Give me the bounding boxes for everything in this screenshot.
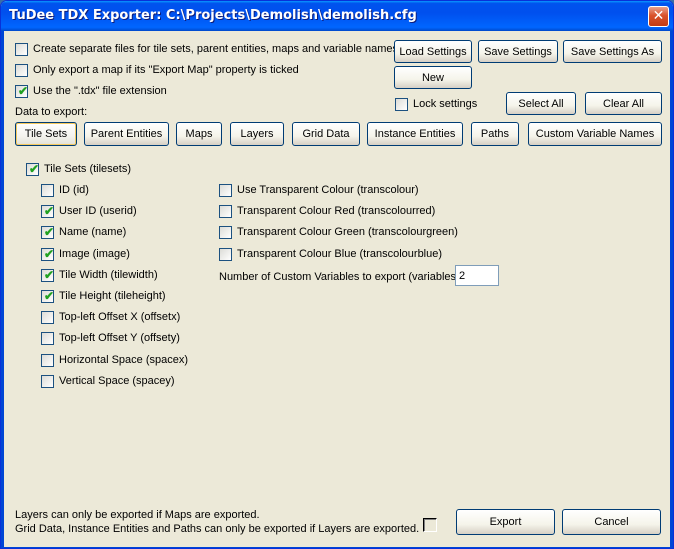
tileset-field-6-checkbox[interactable]: [41, 311, 54, 325]
custom-vars-input[interactable]: [455, 265, 499, 286]
check-icon: ✔: [44, 246, 55, 261]
status-indicator-box[interactable]: [423, 518, 437, 532]
tileset-transparency-field-3-checkbox[interactable]: [219, 247, 232, 261]
option-only-export-map-checkbox[interactable]: [15, 64, 28, 77]
tab-label: Instance Entities: [374, 128, 456, 140]
tab-grid-data[interactable]: Grid Data: [292, 122, 360, 146]
tileset-field-5-label: Tile Height (tileheight): [59, 290, 166, 302]
tileset-field-0-checkbox[interactable]: [41, 184, 54, 197]
new-button[interactable]: New: [394, 66, 472, 89]
tab-label: Paths: [480, 128, 510, 140]
tab-label: Custom Variable Names: [535, 128, 655, 140]
close-icon[interactable]: ✕: [648, 6, 669, 27]
tileset-field-9-checkbox[interactable]: [41, 374, 54, 388]
tab-tile-sets[interactable]: Tile Sets: [15, 122, 77, 146]
exporter-window: TuDee TDX Exporter: C:\Projects\Demolish…: [0, 0, 674, 549]
tileset-field-1-label: User ID (userid): [59, 205, 137, 218]
load-settings-button[interactable]: Load Settings: [394, 40, 472, 63]
clear-all-label: Clear All: [603, 97, 644, 110]
tileset-field-0-label: ID (id): [59, 184, 89, 196]
option-tdx-extension-label: Use the ".tdx" file extension: [33, 85, 167, 97]
tileset-field-8-checkbox[interactable]: [41, 353, 54, 367]
cancel-button[interactable]: Cancel: [562, 509, 661, 535]
cancel-label: Cancel: [594, 516, 629, 528]
tileset-field-3-label: Image (image): [59, 247, 130, 260]
title-bar[interactable]: TuDee TDX Exporter: C:\Projects\Demolish…: [1, 1, 673, 31]
save-settings-label: Save Settings: [484, 45, 552, 58]
lock-settings-checkbox[interactable]: [395, 98, 408, 111]
tileset-field-6-label: Top-left Offset X (offsetx): [59, 311, 181, 324]
save-settings-button[interactable]: Save Settings: [478, 40, 558, 63]
frame-left: [1, 31, 4, 548]
check-icon: ✔: [44, 204, 55, 219]
tab-label: Maps: [185, 128, 213, 140]
save-settings-as-button[interactable]: Save Settings As: [563, 40, 662, 63]
save-settings-as-label: Save Settings As: [570, 45, 655, 58]
note-grid-data: Grid Data, Instance Entities and Paths c…: [15, 523, 420, 535]
lock-settings-label: Lock settings: [413, 98, 478, 110]
select-all-button[interactable]: Select All: [506, 92, 576, 115]
tileset-field-7-checkbox[interactable]: [41, 332, 54, 346]
check-icon: ✔: [44, 225, 55, 240]
option-tdx-extension-checkbox[interactable]: ✔: [15, 84, 29, 98]
tileset-field-2-label: Name (name): [59, 226, 127, 239]
tileset-field-9-label: Vertical Space (spacey): [59, 374, 175, 387]
tileset-field-8-label: Horizontal Space (spacex): [59, 353, 189, 366]
tileset-transparency-field-2-label: Transparent Colour Green (transcolourgre…: [237, 226, 458, 239]
tab-paths[interactable]: Paths: [471, 122, 519, 146]
tileset-field-2-checkbox[interactable]: ✔: [41, 225, 55, 240]
select-all-label: Select All: [518, 97, 564, 110]
clear-all-button[interactable]: Clear All: [585, 92, 662, 115]
tab-maps[interactable]: Maps: [176, 122, 222, 146]
tab-parent-entities[interactable]: Parent Entities: [84, 122, 169, 146]
data-to-export-label: Data to export:: [15, 106, 88, 118]
tab-instance-entities[interactable]: Instance Entities: [367, 122, 463, 146]
tab-label: Layers: [240, 128, 274, 140]
tileset-field-3-checkbox[interactable]: ✔: [41, 246, 55, 261]
tab-label: Tile Sets: [24, 128, 68, 140]
tab-label: Grid Data: [302, 128, 350, 140]
tileset-field-7-label: Top-left Offset Y (offsety): [59, 332, 180, 345]
tab-layers[interactable]: Layers: [230, 122, 284, 146]
tileset-transparency-field-0-label: Use Transparent Colour (transcolour): [237, 184, 419, 196]
tileset-field-4-label: Tile Width (tilewidth): [59, 268, 158, 281]
tileset-field-1-checkbox[interactable]: ✔: [41, 204, 55, 219]
tileset-transparency-field-0-checkbox[interactable]: [219, 184, 232, 197]
note-layers: Layers can only be exported if Maps are …: [15, 509, 260, 521]
custom-vars-label: Number of Custom Variables to export (va…: [219, 271, 460, 283]
tileset-field-4-checkbox[interactable]: ✔: [41, 267, 55, 282]
option-separate-files-label: Create separate files for tile sets, par…: [33, 43, 399, 55]
check-icon: ✔: [29, 162, 40, 176]
export-button[interactable]: Export: [456, 509, 555, 535]
check-icon: ✔: [44, 267, 55, 282]
tab-label: Parent Entities: [90, 128, 163, 140]
frame-right: [670, 31, 673, 548]
export-label: Export: [489, 516, 522, 528]
option-separate-files-checkbox[interactable]: [15, 43, 28, 56]
load-settings-label: Load Settings: [399, 45, 467, 58]
tileset-transparency-field-1-label: Transparent Colour Red (transcolourred): [237, 205, 436, 218]
tab-custom-variable-names[interactable]: Custom Variable Names: [528, 122, 662, 146]
option-only-export-map-label: Only export a map if its "Export Map" pr…: [33, 64, 299, 76]
tileset-transparency-field-3-label: Transparent Colour Blue (transcolourblue…: [237, 247, 443, 260]
window-title: TuDee TDX Exporter: C:\Projects\Demolish…: [9, 8, 417, 23]
tilesets-master-label: Tile Sets (tilesets): [44, 163, 132, 175]
check-icon: ✔: [18, 84, 29, 98]
check-icon: ✔: [44, 289, 55, 303]
new-label: New: [421, 71, 444, 84]
tileset-field-5-checkbox[interactable]: ✔: [41, 289, 55, 303]
tileset-transparency-field-2-checkbox[interactable]: [219, 226, 232, 240]
tileset-transparency-field-1-checkbox[interactable]: [219, 205, 232, 219]
tilesets-master-checkbox[interactable]: ✔: [26, 162, 40, 176]
